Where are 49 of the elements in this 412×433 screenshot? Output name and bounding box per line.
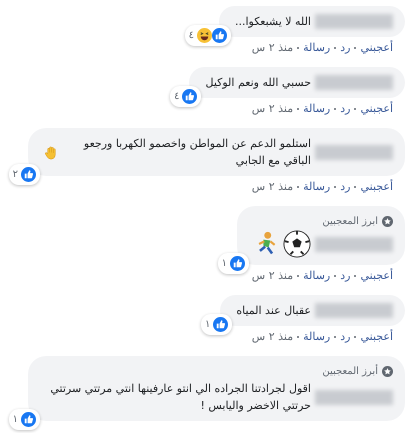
reaction-count: ١	[12, 413, 18, 427]
action-link[interactable]: رسالة	[303, 269, 330, 282]
action-link[interactable]: رسالة	[303, 180, 330, 193]
comment-text: عقبال عند المياه	[236, 303, 311, 319]
top-fan-label: أبرز المعجبين	[322, 363, 378, 379]
timestamp: منذ ٢ س	[252, 330, 294, 343]
action-link[interactable]: أعجبني	[360, 180, 393, 193]
comment-text: الله لا يشبعكوا...	[234, 14, 311, 30]
reaction-count: ٤	[174, 90, 180, 104]
reaction-count: ٢	[12, 168, 18, 182]
action-link[interactable]: رد	[340, 330, 350, 343]
soccer-ball-icon	[283, 230, 311, 258]
comment-text: استلمو الدعم عن المواطن واخصمو الكهربا ورجعو الباقي مع الجابي	[82, 136, 311, 169]
timestamp: منذ ٢ س	[252, 269, 294, 282]
reaction-count: ١	[204, 318, 210, 332]
comment-text: حسبي الله ونعم الوكيل	[205, 75, 311, 91]
action-link[interactable]: أعجبني	[360, 269, 393, 282]
action-link[interactable]: رسالة	[303, 41, 330, 54]
laughing-face-icon	[196, 28, 212, 43]
action-link[interactable]: رد	[340, 269, 350, 282]
reactions-pill[interactable]: ٤	[184, 25, 231, 46]
action-link[interactable]: رسالة	[303, 330, 330, 343]
action-link[interactable]: رسالة	[303, 102, 330, 115]
like-icon	[230, 256, 245, 271]
action-link[interactable]: أعجبني	[360, 102, 393, 115]
timestamp: منذ ٢ س	[252, 102, 294, 115]
comment-text: اقول لجرادتنا الجراده الي انتو عارفينها انتي مرتتي سرتتي حرتتي الاخضر واليابس !	[49, 381, 311, 414]
star-badge-icon	[382, 216, 393, 227]
reactions-pill[interactable]: ١	[200, 314, 232, 335]
like-icon	[21, 167, 36, 182]
reaction-count: ١	[222, 257, 227, 271]
like-icon	[212, 28, 227, 43]
action-link[interactable]: أعجبني	[360, 41, 393, 54]
action-link[interactable]: رد	[340, 180, 350, 193]
timestamp: منذ ٢ س	[252, 180, 294, 193]
reaction-count: ٤	[188, 29, 194, 43]
like-icon	[182, 89, 198, 104]
reactions-pill[interactable]: ١	[8, 409, 40, 430]
action-link[interactable]: رد	[340, 41, 350, 54]
action-link[interactable]: رد	[340, 102, 350, 115]
star-badge-icon	[382, 366, 393, 377]
like-icon	[213, 317, 228, 332]
reactions-pill[interactable]: ٤	[170, 86, 202, 107]
top-fan-label: ابرز المعجبين	[322, 215, 378, 229]
reactions-pill[interactable]: ١	[218, 253, 249, 274]
like-icon	[21, 412, 36, 427]
action-link[interactable]: أعجبني	[360, 330, 393, 343]
reactions-pill[interactable]: ٢	[8, 164, 40, 185]
timestamp: منذ ٢ س	[252, 41, 294, 54]
